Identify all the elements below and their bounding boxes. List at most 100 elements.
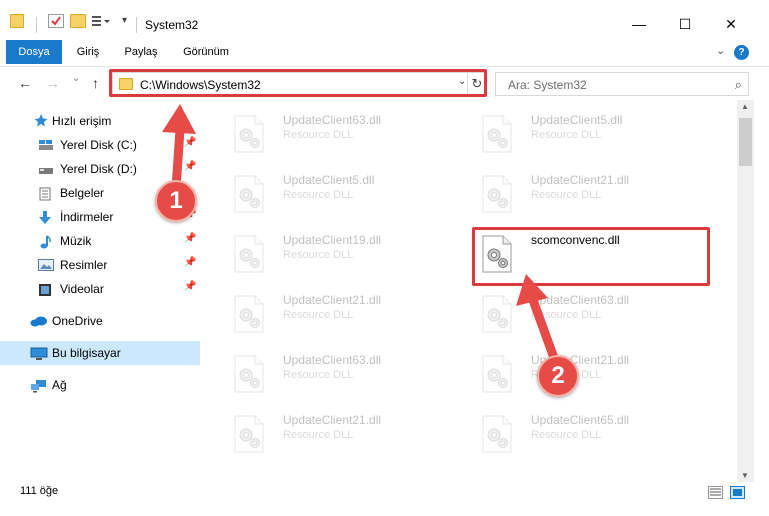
sidebar-item-label: Belgeler (60, 186, 105, 200)
file-name: UpdateClient21.dll (283, 413, 382, 427)
sidebar-item-videos[interactable]: Videolar 📌 (0, 277, 200, 301)
file-name: UpdateClient63.dll (283, 353, 382, 367)
ribbon-tabs: Dosya Giriş Paylaş Görünüm ⌄ (0, 40, 769, 64)
drive-icon (38, 163, 53, 175)
videos-icon (38, 283, 52, 296)
documents-icon (38, 187, 52, 201)
tab-file[interactable]: Dosya (6, 40, 62, 64)
dll-file-icon (481, 355, 513, 393)
step-2-badge: 2 (537, 355, 579, 397)
scroll-thumb[interactable] (739, 118, 752, 166)
sidebar-item-pictures[interactable]: Resimler 📌 (0, 253, 200, 277)
new-folder-icon[interactable] (70, 14, 86, 28)
customize-toolbar-icon[interactable] (91, 14, 110, 28)
file-item[interactable]: UpdateClient21.dllResource DLL (465, 347, 695, 399)
dll-file-icon (233, 355, 265, 393)
file-type: Resource DLL (283, 369, 354, 381)
file-item[interactable]: UpdateClient5.dll Resource DLL (217, 167, 447, 219)
file-type: Resource DLL (283, 189, 354, 201)
quick-access-dropdown-icon[interactable]: ▾ (122, 15, 127, 26)
file-name: UpdateClient5.dll (283, 173, 375, 187)
file-item[interactable]: UpdateClient63.dll Resource DLL (217, 347, 447, 399)
sidebar-item-label: Müzik (60, 234, 92, 248)
pin-icon: 📌 (184, 137, 197, 148)
file-type: Resource DLL (283, 129, 354, 141)
dll-file-icon (481, 175, 513, 213)
network-icon (30, 379, 46, 393)
search-input[interactable]: Ara: System32 (508, 78, 587, 92)
ribbon-expand-icon[interactable]: ⌄ (716, 44, 725, 57)
separator (136, 17, 137, 33)
folder-icon (10, 14, 24, 28)
dll-file-icon (481, 415, 513, 453)
file-item[interactable]: UpdateClient5.dll Resource DLL (465, 107, 695, 159)
maximize-button[interactable]: ☐ (662, 10, 708, 38)
file-name: UpdateClient19.dll (283, 233, 382, 247)
forward-button[interactable]: → (46, 75, 60, 91)
pin-icon: 📌 (184, 257, 197, 268)
sidebar-item-local-disk-d[interactable]: Yerel Disk (D:) 📌 (0, 157, 200, 181)
dll-file-icon (233, 115, 265, 153)
sidebar-item-this-pc[interactable]: Bu bilgisayar (0, 341, 200, 365)
file-type: Resource DLL (531, 309, 602, 321)
sidebar-item-onedrive[interactable]: OneDrive (0, 309, 200, 333)
pin-icon: 📌 (184, 281, 197, 292)
sidebar-item-local-disk-c[interactable]: Yerel Disk (C:) 📌 (0, 133, 200, 157)
file-item[interactable]: UpdateClient21.dllResource DLL (465, 167, 695, 219)
item-count: 111 öğe (20, 485, 59, 497)
star-icon (34, 113, 48, 127)
file-type: Resource DLL (283, 429, 354, 441)
back-button[interactable]: ← (18, 75, 32, 91)
tiles-view-icon[interactable] (730, 486, 745, 499)
file-type: Resource DLL (531, 129, 602, 141)
navigation-pane: Hızlı erişim Yerel Disk (C:) 📌 Yerel Dis… (0, 103, 205, 473)
file-name: UpdateClient65.dll (531, 413, 630, 427)
tab-view[interactable]: Görünüm (176, 40, 236, 64)
address-highlight-box (109, 69, 487, 97)
sidebar-item-music[interactable]: Müzik 📌 (0, 229, 200, 253)
dll-file-icon (481, 295, 513, 333)
sidebar-item-label: Yerel Disk (C:) (60, 138, 137, 152)
file-item[interactable]: UpdateClient21.dll Resource DLL (217, 287, 447, 339)
file-item[interactable]: UpdateClient65.dll Resource DLL (465, 407, 695, 459)
tab-home[interactable]: Giriş (68, 40, 108, 64)
file-item[interactable]: UpdateClient19.dll Resource DLL (217, 227, 447, 279)
scroll-up-arrow-icon[interactable]: ▲ (741, 102, 749, 111)
search-box[interactable]: Ara: System32 ⌕ (495, 72, 749, 96)
help-icon[interactable]: ? (734, 45, 749, 60)
sidebar-item-label: İndirmeler (60, 210, 114, 224)
sidebar-item-label: Bu bilgisayar (52, 346, 121, 360)
sidebar-item-label: Hızlı erişim (52, 114, 112, 128)
dll-file-icon (233, 415, 265, 453)
dll-file-icon (233, 295, 265, 333)
search-icon: ⌕ (734, 77, 742, 92)
minimize-button[interactable]: — (616, 10, 662, 38)
file-type: Resource DLL (283, 309, 354, 321)
file-name: UpdateClient21.dll (283, 293, 382, 307)
file-item[interactable]: UpdateClient63.dll Resource DLL (217, 107, 447, 159)
music-icon (38, 235, 52, 249)
cloud-icon (30, 315, 47, 327)
file-name: UpdateClient5.dll (531, 113, 623, 127)
status-bar: 111 öğe (0, 482, 769, 504)
scroll-down-arrow-icon[interactable]: ▼ (741, 471, 749, 480)
window-title: System32 (145, 18, 199, 32)
sidebar-item-quick-access[interactable]: Hızlı erişim (0, 109, 200, 133)
drive-icon (38, 139, 53, 151)
sidebar-item-label: Videolar (60, 282, 104, 296)
dll-file-icon (481, 115, 513, 153)
file-type: Resource DLL (531, 429, 602, 441)
vertical-scrollbar[interactable]: ▲ ▼ (737, 100, 754, 482)
properties-icon[interactable] (48, 14, 64, 28)
sidebar-item-label: OneDrive (52, 314, 103, 328)
details-view-icon[interactable] (708, 486, 723, 499)
recent-locations-button[interactable]: ⌄ (72, 73, 80, 84)
close-button[interactable]: ✕ (708, 10, 754, 38)
up-button[interactable]: ↑ (92, 75, 99, 91)
pin-icon: 📌 (184, 233, 197, 244)
file-item[interactable]: UpdateClient21.dll Resource DLL (217, 407, 447, 459)
title-bar: ▾ System32 — ☐ ✕ (0, 0, 769, 40)
file-item[interactable]: UpdateClient63.dll Resource DLL (465, 287, 695, 339)
sidebar-item-network[interactable]: Ağ (0, 373, 200, 397)
tab-share[interactable]: Paylaş (117, 40, 165, 64)
